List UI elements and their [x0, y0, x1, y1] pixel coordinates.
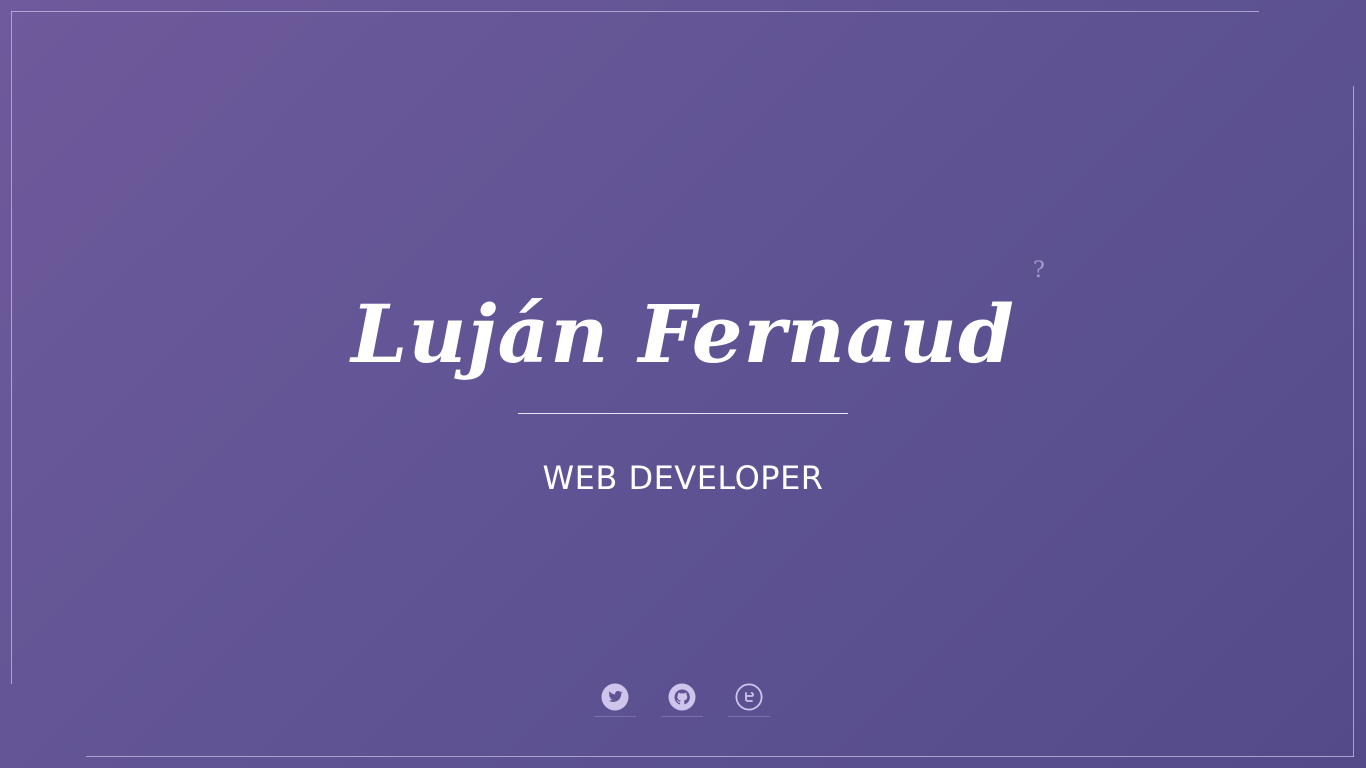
frame-line-top: [11, 11, 1259, 12]
job-title: WEB DEVELOPER: [542, 459, 824, 497]
frame-line-bottom: [86, 756, 1354, 757]
title-divider: [518, 413, 848, 414]
help-button[interactable]: ?: [1033, 258, 1053, 286]
codepen-icon: [735, 683, 763, 711]
twitter-icon: [601, 683, 629, 711]
github-icon: [668, 683, 696, 711]
page-title: Luján Fernaud: [351, 287, 1015, 381]
codepen-link[interactable]: [728, 678, 770, 717]
frame-line-right: [1353, 86, 1354, 757]
twitter-link[interactable]: [594, 678, 636, 717]
social-links: [594, 678, 770, 717]
github-link[interactable]: [661, 678, 703, 717]
